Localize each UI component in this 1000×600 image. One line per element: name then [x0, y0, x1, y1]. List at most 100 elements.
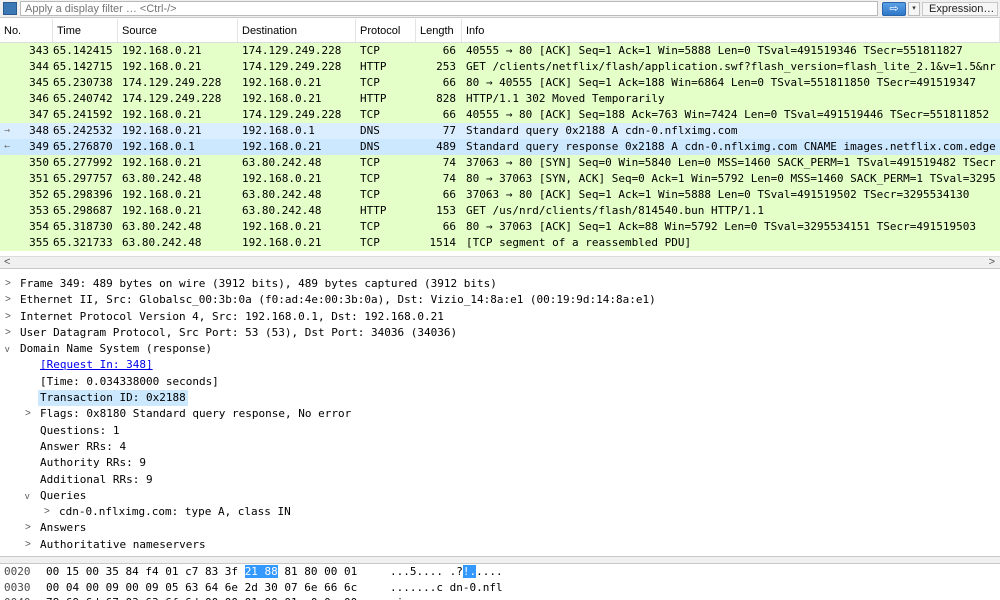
- packet-row[interactable]: 348 → 65.242532 192.168.0.21 192.168.0.1 DNS 7…: [0, 123, 1000, 139]
- packet-destination: 192.168.0.21: [242, 236, 322, 249]
- column-header-protocol[interactable]: Protocol: [356, 19, 416, 42]
- packet-time: 65.142715: [53, 60, 113, 73]
- apply-filter-button[interactable]: ⇨: [882, 1, 906, 16]
- tree-node[interactable]: > Answers: [0, 520, 1000, 536]
- packet-source: 192.168.0.21: [122, 124, 202, 137]
- column-header-destination[interactable]: Destination: [238, 19, 356, 42]
- packet-length: 253: [436, 60, 456, 73]
- packet-list-header: No. Time Source Destination Protocol Len…: [0, 19, 1000, 43]
- hex-ascii[interactable]: .......c dn-0.nfl: [390, 580, 503, 595]
- packet-time: 65.241592: [53, 108, 113, 121]
- tree-node[interactable]: Transaction ID: 0x2188: [0, 390, 1000, 407]
- packet-info: 80 → 40555 [ACK] Seq=1 Ack=188 Win=6864 …: [466, 76, 976, 89]
- hex-ascii[interactable]: ximg.com ........: [390, 595, 503, 600]
- expanded-chevron-icon[interactable]: v: [25, 488, 30, 504]
- tree-node[interactable]: v Queries: [0, 488, 1000, 504]
- packet-length: 74: [442, 156, 456, 169]
- packet-row[interactable]: 355 65.321733 63.80.242.48 192.168.0.21 TCP 1…: [0, 235, 1000, 251]
- packet-row[interactable]: 345 65.230738 174.129.249.228 192.168.0.21 T…: [0, 75, 1000, 91]
- hex-bytes-text: 81 80 00 01: [277, 565, 358, 578]
- tree-node[interactable]: [Time: 0.034338000 seconds]: [0, 374, 1000, 390]
- hex-bytes[interactable]: 00 15 00 35 84 f4 01 c7 83 3f 21 88 81 8…: [46, 564, 357, 579]
- packet-time: 65.298687: [53, 204, 113, 217]
- hex-bytes-selected[interactable]: 21 88: [244, 565, 278, 578]
- column-header-length[interactable]: Length: [416, 19, 462, 42]
- packet-details-tree: > Frame 349: 489 bytes on wire (3912 bits…: [0, 276, 1000, 556]
- column-header-no[interactable]: No.: [0, 19, 53, 42]
- tree-node[interactable]: > cdn-0.nflximg.com: type A, class IN: [0, 504, 1000, 520]
- collapsed-chevron-icon[interactable]: >: [44, 504, 50, 520]
- tree-node[interactable]: [Request In: 348]: [0, 357, 1000, 373]
- hex-ascii[interactable]: ...5.... .?!.....: [390, 564, 503, 579]
- collapsed-chevron-icon[interactable]: >: [5, 292, 11, 308]
- tree-node[interactable]: Authority RRs: 9: [0, 455, 1000, 471]
- packet-number: 352: [29, 188, 49, 201]
- packet-info: GET /us/nrd/clients/flash/814540.bun HTT…: [466, 204, 765, 217]
- tree-node-label: Answer RRs: 4: [40, 439, 127, 453]
- display-filter-input[interactable]: [20, 1, 878, 16]
- expanded-chevron-icon[interactable]: v: [5, 341, 10, 357]
- scroll-left-icon[interactable]: <: [4, 256, 10, 268]
- packet-protocol: HTTP: [360, 92, 387, 105]
- tree-node-label: Queries: [40, 488, 87, 502]
- filter-bookmark-icon[interactable]: [3, 2, 17, 15]
- tree-node[interactable]: > Flags: 0x8180 Standard query response, …: [0, 406, 1000, 422]
- packet-row[interactable]: 347 65.241592 192.168.0.21 174.129.249.228 T…: [0, 107, 1000, 123]
- packet-number: 343: [29, 44, 49, 57]
- packet-source: 192.168.0.21: [122, 204, 202, 217]
- hex-line[interactable]: 0040 78 69 6d 67 03 63 6f 6d 00 00 01 00 …: [0, 595, 1000, 600]
- tree-node[interactable]: > Internet Protocol Version 4, Src: 192.1…: [0, 309, 1000, 325]
- tree-node[interactable]: > User Datagram Protocol, Src Port: 53 (5…: [0, 325, 1000, 341]
- packet-length: 153: [436, 204, 456, 217]
- packet-info: 37063 → 80 [SYN] Seq=0 Win=5840 Len=0 MS…: [466, 156, 996, 169]
- packet-bytes-pane: 0020 00 15 00 35 84 f4 01 c7 83 3f 21 88 …: [0, 564, 1000, 600]
- collapsed-chevron-icon[interactable]: >: [25, 520, 31, 536]
- packet-length: 66: [442, 76, 456, 89]
- collapsed-chevron-icon[interactable]: >: [5, 276, 11, 292]
- tree-node[interactable]: > Frame 349: 489 bytes on wire (3912 bits…: [0, 276, 1000, 292]
- packet-row[interactable]: 346 65.240742 174.129.249.228 192.168.0.21 H…: [0, 91, 1000, 107]
- pane-splitter[interactable]: [0, 556, 1000, 564]
- packet-row[interactable]: 351 65.297757 63.80.242.48 192.168.0.21 TCP 7…: [0, 171, 1000, 187]
- packet-source: 192.168.0.21: [122, 44, 202, 57]
- tree-node[interactable]: Questions: 1: [0, 423, 1000, 439]
- tree-node[interactable]: Answer RRs: 4: [0, 439, 1000, 455]
- packet-time: 65.321733: [53, 236, 113, 249]
- hex-bytes[interactable]: 00 04 00 09 00 09 05 63 64 6e 2d 30 07 6…: [46, 580, 357, 595]
- collapsed-chevron-icon[interactable]: >: [25, 537, 31, 553]
- tree-node[interactable]: > Authoritative nameservers: [0, 537, 1000, 553]
- column-header-source[interactable]: Source: [118, 19, 238, 42]
- tree-node[interactable]: Additional RRs: 9: [0, 472, 1000, 488]
- hex-line[interactable]: 0020 00 15 00 35 84 f4 01 c7 83 3f 21 88 …: [0, 564, 1000, 580]
- tree-node[interactable]: v Domain Name System (response): [0, 341, 1000, 357]
- expression-button[interactable]: Expression…: [922, 1, 998, 16]
- hex-line[interactable]: 0030 00 04 00 09 00 09 05 63 64 6e 2d 30 …: [0, 580, 1000, 596]
- packet-row[interactable]: 350 65.277992 192.168.0.21 63.80.242.48 TCP 7…: [0, 155, 1000, 171]
- tree-node-label: Frame 349: 489 bytes on wire (3912 bits)…: [20, 277, 497, 290]
- packet-protocol: DNS: [360, 124, 380, 137]
- scroll-right-icon[interactable]: >: [989, 256, 995, 268]
- packet-row[interactable]: 344 65.142715 192.168.0.21 174.129.249.228 H…: [0, 59, 1000, 75]
- column-header-time[interactable]: Time: [53, 19, 118, 42]
- packet-row[interactable]: 353 65.298687 192.168.0.21 63.80.242.48 HTTP…: [0, 203, 1000, 219]
- packet-row[interactable]: 354 65.318730 63.80.242.48 192.168.0.21 TCP 6…: [0, 219, 1000, 235]
- tree-node[interactable]: > Ethernet II, Src: Globalsc_00:3b:0a (f0…: [0, 292, 1000, 308]
- collapsed-chevron-icon[interactable]: >: [5, 309, 11, 325]
- packet-protocol: HTTP: [360, 204, 387, 217]
- packet-source: 192.168.0.21: [122, 188, 202, 201]
- tree-node-label: Transaction ID: 0x2188: [38, 390, 188, 407]
- packet-row[interactable]: 352 65.298396 192.168.0.21 63.80.242.48 TCP 6…: [0, 187, 1000, 203]
- packet-row[interactable]: 343 65.142415 192.168.0.21 174.129.249.228 T…: [0, 43, 1000, 59]
- hex-ascii-text: ....: [476, 565, 503, 578]
- hex-ascii-selected[interactable]: !.: [462, 565, 477, 578]
- filter-history-dropdown[interactable]: ▾: [908, 1, 920, 16]
- packet-destination: 192.168.0.21: [242, 76, 322, 89]
- hex-bytes[interactable]: 78 69 6d 67 03 63 6f 6d 00 00 01 00 01 c…: [46, 595, 357, 600]
- packet-destination: 192.168.0.21: [242, 140, 322, 153]
- collapsed-chevron-icon[interactable]: >: [25, 406, 31, 422]
- collapsed-chevron-icon[interactable]: >: [5, 325, 11, 341]
- request-in-link[interactable]: [Request In: 348]: [38, 357, 155, 373]
- column-header-info[interactable]: Info: [462, 19, 1000, 42]
- packet-list-horizontal-scrollbar[interactable]: < >: [0, 256, 1000, 269]
- packet-row[interactable]: 349 ← 65.276870 192.168.0.1 192.168.0.21 DNS 4…: [0, 139, 1000, 155]
